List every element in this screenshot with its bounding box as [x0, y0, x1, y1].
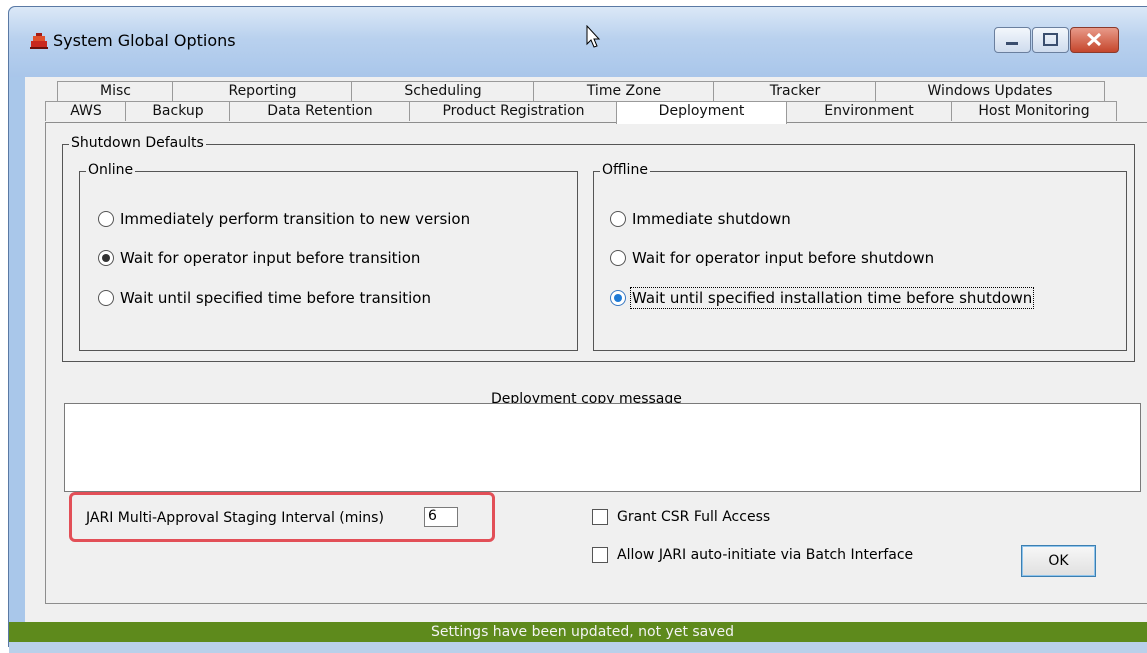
maximize-icon [1043, 33, 1058, 46]
status-bar: Settings have been updated, not yet save… [9, 622, 1147, 642]
tab-aws[interactable]: AWS [45, 101, 127, 121]
offline-option-wait-operator[interactable]: Wait for operator input before shutdown [610, 249, 934, 267]
tab-tracker[interactable]: Tracker [713, 81, 877, 101]
radio-button[interactable] [610, 250, 626, 266]
dialog-window: System Global Options Misc Reporting Sch… [8, 6, 1147, 653]
online-option-wait-operator[interactable]: Wait for operator input before transitio… [98, 249, 420, 267]
close-icon [1086, 32, 1102, 47]
cursor-icon [586, 25, 601, 48]
online-option-wait-time[interactable]: Wait until specified time before transit… [98, 289, 431, 307]
shutdown-defaults-group: Shutdown Defaults Online Immediately per… [62, 135, 1135, 362]
tab-deployment[interactable]: Deployment [616, 101, 787, 124]
tab-backup[interactable]: Backup [125, 101, 231, 121]
offline-group: Offline Immediate shutdown Wait for oper… [593, 162, 1127, 351]
radio-button[interactable] [610, 211, 626, 227]
allow-jari-checkbox[interactable] [592, 547, 608, 563]
tab-windows-updates[interactable]: Windows Updates [875, 81, 1105, 101]
allow-jari-checkbox-row[interactable]: Allow JARI auto-initiate via Batch Inter… [592, 547, 913, 563]
ok-button[interactable]: OK [1021, 545, 1096, 577]
dialog-client: Misc Reporting Scheduling Time Zone Trac… [9, 77, 1147, 653]
tab-host-monitoring[interactable]: Host Monitoring [951, 101, 1117, 121]
jari-interval-label: JARI Multi-Approval Staging Interval (mi… [86, 510, 384, 526]
grant-csr-label: Grant CSR Full Access [617, 509, 771, 525]
offline-option-immediate[interactable]: Immediate shutdown [610, 210, 791, 228]
app-icon [30, 33, 48, 49]
shutdown-defaults-label: Shutdown Defaults [69, 135, 206, 151]
close-button[interactable] [1070, 27, 1119, 53]
online-label: Online [86, 162, 136, 178]
title-bar[interactable]: System Global Options [9, 7, 1147, 77]
option-label: Wait until specified installation time b… [629, 287, 1035, 309]
minimize-icon [1006, 42, 1018, 45]
grant-csr-checkbox[interactable] [592, 509, 608, 525]
tab-environment[interactable]: Environment [785, 101, 953, 121]
tab-reporting[interactable]: Reporting [172, 81, 353, 101]
tab-product-registration[interactable]: Product Registration [409, 101, 618, 121]
option-label: Wait for operator input before shutdown [632, 249, 935, 267]
radio-button-checked[interactable] [610, 290, 626, 306]
window-title: System Global Options [53, 31, 236, 50]
radio-button[interactable] [98, 211, 114, 227]
option-label: Immediately perform transition to new ve… [120, 210, 471, 228]
offline-label: Offline [600, 162, 650, 178]
radio-button[interactable] [98, 290, 114, 306]
grant-csr-checkbox-row[interactable]: Grant CSR Full Access [592, 509, 770, 525]
allow-jari-label: Allow JARI auto-initiate via Batch Inter… [617, 547, 914, 563]
window-bottom-frame [9, 642, 1147, 653]
minimize-button[interactable] [994, 27, 1031, 53]
tab-scheduling[interactable]: Scheduling [351, 81, 535, 101]
tab-data-retention[interactable]: Data Retention [229, 101, 411, 121]
option-label: Immediate shutdown [632, 210, 791, 228]
online-option-immediate[interactable]: Immediately perform transition to new ve… [98, 210, 470, 228]
maximize-button[interactable] [1032, 27, 1069, 53]
jari-interval-input[interactable]: 6 [424, 507, 458, 527]
tab-time-zone[interactable]: Time Zone [533, 81, 715, 101]
online-group: Online Immediately perform transition to… [79, 162, 578, 351]
option-label: Wait for operator input before transitio… [120, 249, 421, 267]
radio-button-checked[interactable] [98, 250, 114, 266]
deployment-copy-message-input[interactable] [64, 403, 1141, 492]
tab-misc[interactable]: Misc [57, 81, 174, 101]
offline-option-wait-install-time[interactable]: Wait until specified installation time b… [610, 287, 1035, 309]
option-label: Wait until specified time before transit… [120, 289, 431, 307]
